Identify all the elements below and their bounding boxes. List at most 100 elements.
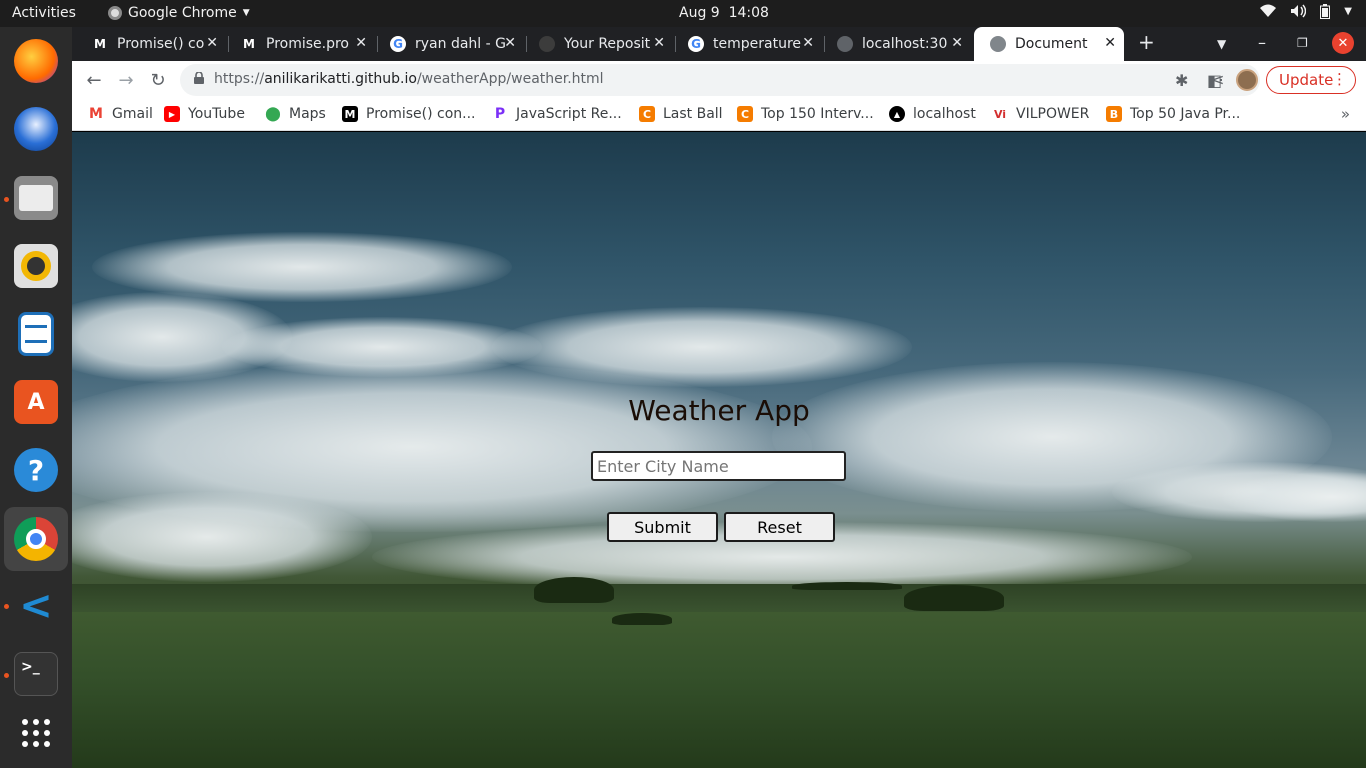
clock-date: Aug 9 xyxy=(679,5,720,21)
terminal-launcher[interactable]: >_ xyxy=(10,648,62,700)
map-pin-icon: ⬤ xyxy=(265,106,281,122)
show-apps-button[interactable] xyxy=(10,707,62,759)
speaker-icon xyxy=(14,244,58,288)
chrome-launcher[interactable] xyxy=(4,507,68,571)
activities-button[interactable]: Activities xyxy=(12,5,76,21)
blogger-icon: B xyxy=(1106,106,1122,122)
close-icon[interactable]: ✕ xyxy=(355,35,367,51)
page-viewport: Weather App Submit Reset xyxy=(72,132,1366,768)
bookmark-label: VILPOWER xyxy=(1016,106,1090,122)
reload-button[interactable]: ↻ xyxy=(146,68,170,92)
thunderbird-icon xyxy=(14,107,58,151)
firefox-launcher[interactable] xyxy=(10,35,62,87)
bookmark-javascript[interactable]: P JavaScript Re... xyxy=(492,106,622,122)
github-icon xyxy=(539,36,555,52)
reset-button[interactable]: Reset xyxy=(724,512,835,542)
tab-0[interactable]: M Promise() co ✕ xyxy=(76,27,226,61)
files-launcher[interactable] xyxy=(10,172,62,224)
ubuntu-dock: A ? < >_ xyxy=(0,27,72,768)
tab-4[interactable]: G temperature ✕ xyxy=(672,27,822,61)
side-panel-icon[interactable]: ◧ xyxy=(1207,71,1222,90)
background-cloud xyxy=(72,492,372,582)
tab-6-active[interactable]: Document ✕ xyxy=(974,27,1124,61)
bookmark-label: localhost xyxy=(913,106,976,122)
writer-launcher[interactable] xyxy=(10,308,62,360)
minimize-button[interactable]: – xyxy=(1258,33,1266,52)
address-bar[interactable]: https://anilikarikatti.github.io/weather… xyxy=(180,64,1260,96)
update-button[interactable]: Update ⋮ xyxy=(1266,66,1356,94)
new-tab-button[interactable]: + xyxy=(1138,30,1155,54)
url-text: https://anilikarikatti.github.io/weather… xyxy=(214,71,604,87)
vilpower-icon: Vi xyxy=(993,107,1007,121)
bookmark-label: JavaScript Re... xyxy=(516,106,622,122)
bookmark-label: Last Ball xyxy=(663,106,723,122)
bookmark-label: YouTube xyxy=(188,106,245,122)
close-window-button[interactable]: ✕ xyxy=(1332,32,1354,54)
software-launcher[interactable]: A xyxy=(10,376,62,428)
background-tree xyxy=(612,613,672,625)
tab-3[interactable]: Your Reposit ✕ xyxy=(523,27,673,61)
app-menu-label: Google Chrome xyxy=(128,5,237,21)
thunderbird-launcher[interactable] xyxy=(10,103,62,155)
bookmark-last-ball[interactable]: C Last Ball xyxy=(639,106,723,122)
clock[interactable]: Aug 9 14:08 xyxy=(679,5,769,21)
app-menu[interactable]: Google Chrome ▼ xyxy=(108,5,250,21)
horizon xyxy=(72,584,1366,614)
chrome-window: M Promise() co ✕ M Promise.pro ✕ G ryan … xyxy=(72,27,1366,768)
tab-2[interactable]: G ryan dahl - G ✕ xyxy=(374,27,524,61)
close-icon[interactable]: ✕ xyxy=(951,35,963,51)
close-icon[interactable]: ✕ xyxy=(206,35,218,51)
restore-button[interactable]: ❐ xyxy=(1297,36,1308,50)
close-icon[interactable]: ✕ xyxy=(1104,35,1116,51)
tab-5[interactable]: localhost:30 ✕ xyxy=(821,27,971,61)
tab-1[interactable]: M Promise.pro ✕ xyxy=(225,27,375,61)
bookmark-maps[interactable]: ⬤ Maps xyxy=(265,106,326,122)
globe-icon xyxy=(990,36,1006,52)
bookmark-vilpower[interactable]: Vi VILPOWER xyxy=(992,106,1089,122)
tab-title: localhost:30 xyxy=(862,36,948,52)
bookmark-localhost[interactable]: ▲ localhost xyxy=(889,106,976,122)
background-tree xyxy=(534,577,614,603)
help-launcher[interactable]: ? xyxy=(10,444,62,496)
tab-title: ryan dahl - G xyxy=(415,36,506,52)
bookmark-top-50-java[interactable]: B Top 50 Java Pr... xyxy=(1106,106,1240,122)
extensions-icon[interactable]: ✱ xyxy=(1175,71,1188,90)
chrome-app-icon xyxy=(108,6,122,20)
battery-icon xyxy=(1320,4,1331,23)
wifi-icon xyxy=(1260,4,1277,23)
running-indicator xyxy=(4,604,9,609)
google-icon: G xyxy=(688,36,704,52)
bookmark-youtube[interactable]: ▶ YouTube xyxy=(164,106,245,122)
avatar[interactable] xyxy=(1236,69,1258,91)
firefox-icon xyxy=(14,39,58,83)
tab-title: Document xyxy=(1015,36,1088,52)
rhythmbox-launcher[interactable] xyxy=(10,240,62,292)
submit-button[interactable]: Submit xyxy=(607,512,718,542)
url-prefix: https:// xyxy=(214,71,265,87)
chrome-icon xyxy=(14,517,58,561)
triangle-icon: ▲ xyxy=(889,106,905,122)
forward-button[interactable]: → xyxy=(114,68,138,92)
close-icon[interactable]: ✕ xyxy=(802,35,814,51)
bookmark-label: Gmail xyxy=(112,106,153,122)
grid-icon xyxy=(14,711,58,755)
bookmark-promise[interactable]: M Promise() con... xyxy=(342,106,476,122)
tab-search-chevron-icon[interactable]: ▼ xyxy=(1217,37,1226,51)
bookmark-top-150[interactable]: C Top 150 Interv... xyxy=(737,106,874,122)
vscode-launcher[interactable]: < xyxy=(10,580,62,632)
city-input[interactable] xyxy=(591,451,846,481)
system-tray[interactable]: ▼ xyxy=(1260,4,1352,23)
bookmark-label: Maps xyxy=(289,106,326,122)
back-button[interactable]: ← xyxy=(82,68,106,92)
chevron-down-icon: ▼ xyxy=(242,8,250,18)
close-icon[interactable]: ✕ xyxy=(504,35,516,51)
tab-title: temperature xyxy=(713,36,801,52)
background-tree xyxy=(792,582,902,590)
bookmark-label: Top 150 Interv... xyxy=(761,106,874,122)
tab-strip: M Promise() co ✕ M Promise.pro ✕ G ryan … xyxy=(72,27,1366,61)
close-icon[interactable]: ✕ xyxy=(653,35,665,51)
bookmark-gmail[interactable]: M Gmail xyxy=(88,106,153,122)
more-vert-icon: ⋮ xyxy=(1332,70,1347,88)
chevron-double-right-icon[interactable]: » xyxy=(1341,105,1350,123)
bookmarks-bar: M Gmail ▶ YouTube ⬤ Maps M Promise() con… xyxy=(72,99,1366,131)
